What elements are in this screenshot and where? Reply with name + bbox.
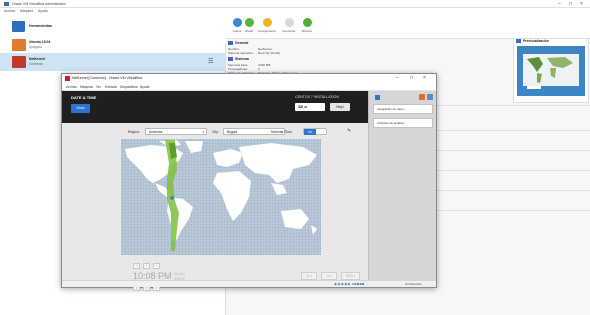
region-dropdown[interactable]: Americas ▾ [145, 128, 207, 135]
guest-status-bar: ◉◉◉◉◙ ◘◙◙◙◙ Ctrl Derecho [62, 280, 436, 287]
notice-keyboard-capture[interactable]: Inclusión de teclado... [373, 118, 433, 128]
month-field[interactable]: 12 ▾ [321, 272, 337, 280]
menu-ayuda[interactable]: Ayuda [38, 9, 48, 13]
general-header: General [235, 41, 249, 45]
host-window-title: Oracle VM VirtualBox Administrador [12, 2, 67, 6]
notice-label: Integración de ratón... [377, 107, 407, 111]
city-label: City: [212, 130, 219, 134]
minimize-icon[interactable]: – [396, 75, 399, 81]
close-icon[interactable]: × [423, 75, 426, 81]
system-icon [228, 57, 233, 61]
ubuntu-icon [12, 39, 26, 51]
vm-menu-icon[interactable]: ☰ [208, 58, 213, 65]
settings-button[interactable]: Configuración [256, 18, 278, 38]
hour-up-button[interactable]: ^ [133, 263, 140, 269]
network-time-toggle[interactable]: ON [303, 128, 327, 135]
network-time-label: Network Time [271, 130, 292, 134]
host-toolbar: Nueva Añadir Configuración Descartar Mos… [226, 15, 590, 39]
time-controls: ^ ^ ^ 10:08 PM 24-hour AM/PM v v v 11 ▾ … [62, 255, 368, 297]
notice-close-icon[interactable] [427, 94, 433, 100]
preview-header: Previsualización [523, 39, 549, 43]
vbox-notice-icon [375, 95, 380, 100]
host-title-bar: Oracle VM VirtualBox Administrador – □ × [0, 0, 590, 8]
redhat-icon [12, 56, 26, 68]
notice-settings-icon[interactable] [419, 94, 425, 100]
done-button[interactable]: Done [71, 104, 90, 113]
month-value: 12 [325, 274, 330, 278]
vm-state: Apagada [29, 45, 42, 49]
day-value: 11 [306, 274, 310, 278]
show-button[interactable]: Mostrar [296, 18, 318, 38]
vm-item-ubuntu[interactable]: Ubuntu 18.04 Apagada [0, 36, 226, 54]
installer-header: DATE & TIME Done CENTOS 7 INSTALLATION ⌨… [62, 91, 368, 123]
product-title: CENTOS 7 INSTALLATION [295, 95, 339, 99]
help-button[interactable]: Help! [330, 103, 350, 111]
maximize-icon[interactable]: □ [569, 1, 572, 7]
preview-screen [517, 46, 585, 96]
guest-app-icon [65, 76, 70, 81]
menu-ver[interactable]: Ver [96, 85, 101, 89]
tools-label: Herramientas [29, 24, 52, 28]
vm-name: Ubuntu 18.04 [29, 40, 51, 44]
guest-menu-bar: Archivo Máquina Ver Entrada Dispositivos… [62, 83, 436, 91]
vm-name: NetKernel [29, 57, 46, 61]
notice-mouse-integration[interactable]: Integración de ratón... [373, 104, 433, 114]
system-header: Sistema [235, 57, 249, 61]
menu-archivo[interactable]: Archivo [4, 9, 15, 13]
day-field[interactable]: 11 ▾ [301, 272, 317, 280]
guest-notification-panel: Integración de ratón... Inclusión de tec… [368, 91, 436, 280]
menu-archivo[interactable]: Archivo [66, 85, 77, 89]
show-label: Mostrar [301, 29, 313, 33]
add-icon [244, 18, 254, 27]
general-val-1: Red Hat (64-bit) [258, 51, 281, 55]
guest-window-title: NetKernel [Corriendo] - Oracle VM Virtua… [72, 76, 143, 80]
host-key-label: Ctrl Derecho [405, 282, 422, 286]
format-24h[interactable]: 24-hour [174, 272, 185, 276]
tools-icon [12, 21, 25, 32]
settings-label: Configuración [257, 29, 277, 33]
region-label: Region: [128, 130, 140, 134]
preview-icon [516, 39, 521, 43]
host-menu-bar: Archivo Máquina Ayuda [0, 8, 590, 15]
minimize-icon[interactable]: – [558, 1, 561, 7]
chevron-down-icon: ▾ [202, 130, 204, 134]
menu-maquina[interactable]: Máquina [20, 9, 33, 13]
ntp-settings-icon[interactable]: ✎ [347, 128, 351, 134]
general-key-1: Sistema operativo: [228, 51, 254, 55]
close-icon[interactable]: × [580, 1, 583, 7]
maximize-icon[interactable]: □ [410, 75, 413, 81]
menu-entrada[interactable]: Entrada [105, 85, 117, 89]
virtualbox-icon [4, 2, 9, 6]
vm-state: Corriendo [29, 62, 43, 66]
guest-title-bar: NetKernel [Corriendo] - Oracle VM Virtua… [62, 74, 436, 83]
general-icon [228, 41, 233, 45]
keyboard-value: us [303, 105, 308, 109]
toggle-on-label: ON [304, 129, 316, 135]
menu-maquina[interactable]: Máquina [80, 85, 93, 89]
city-value: Bogota [227, 130, 238, 134]
show-arrow-icon [302, 18, 312, 27]
keyboard-layout-indicator[interactable]: ⌨ us [295, 103, 325, 111]
region-value: Americas [149, 130, 163, 134]
ampm-up-button[interactable]: ^ [153, 263, 160, 269]
minute-up-button[interactable]: ^ [143, 263, 150, 269]
gear-icon [262, 18, 272, 27]
discard-icon [284, 18, 294, 27]
device-status-icons[interactable]: ◉◉◉◉◙ ◘◙◙◙◙ [334, 282, 365, 286]
menu-ayuda[interactable]: Ayuda [140, 85, 149, 89]
year-field[interactable]: 2020 ▾ [341, 272, 360, 280]
year-value: 2020 [345, 274, 353, 278]
notice-label: Inclusión de teclado... [377, 121, 407, 125]
section-title: DATE & TIME [71, 95, 97, 100]
vm-item-netkernel[interactable]: NetKernel Corriendo ☰ [0, 53, 226, 71]
installer-screen: DATE & TIME Done CENTOS 7 INSTALLATION ⌨… [62, 91, 368, 291]
preview-map [523, 54, 579, 89]
timezone-map[interactable] [121, 139, 321, 255]
guest-vm-window: NetKernel [Corriendo] - Oracle VM Virtua… [61, 73, 437, 291]
screen: Oracle VM VirtualBox Administrador – □ ×… [0, 0, 590, 315]
menu-dispositivos[interactable]: Dispositivos [120, 85, 138, 89]
world-map [121, 139, 321, 255]
